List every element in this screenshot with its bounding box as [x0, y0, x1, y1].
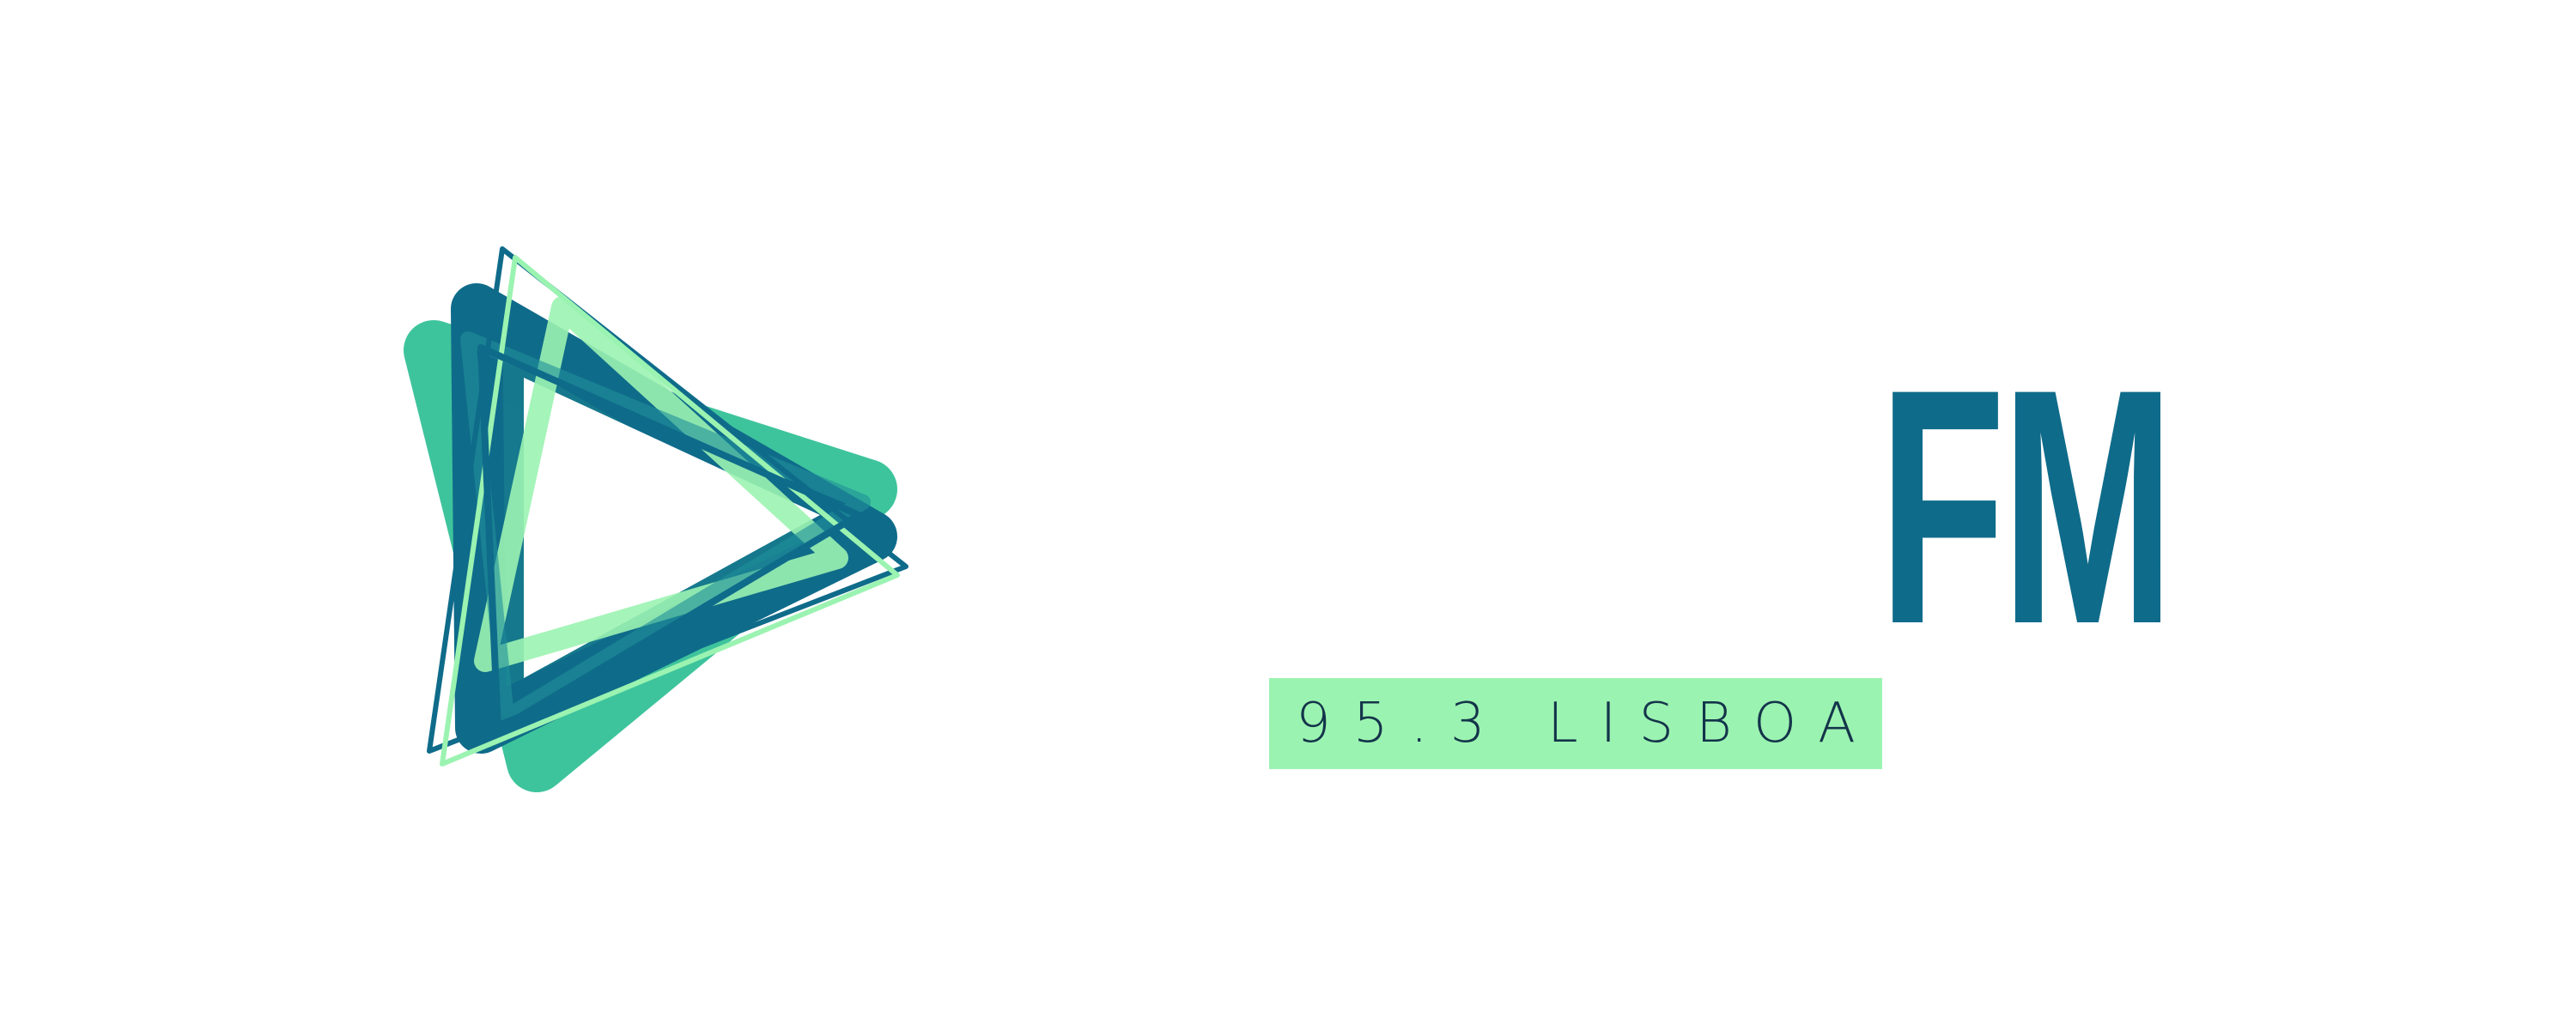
- frequency-badge: 95.3 LISBOA: [1269, 678, 1882, 769]
- frequency-label: 95.3 LISBOA: [1296, 692, 1878, 755]
- play-logo-icon: [404, 246, 908, 792]
- wordmark-fm: FM: [1879, 319, 2174, 694]
